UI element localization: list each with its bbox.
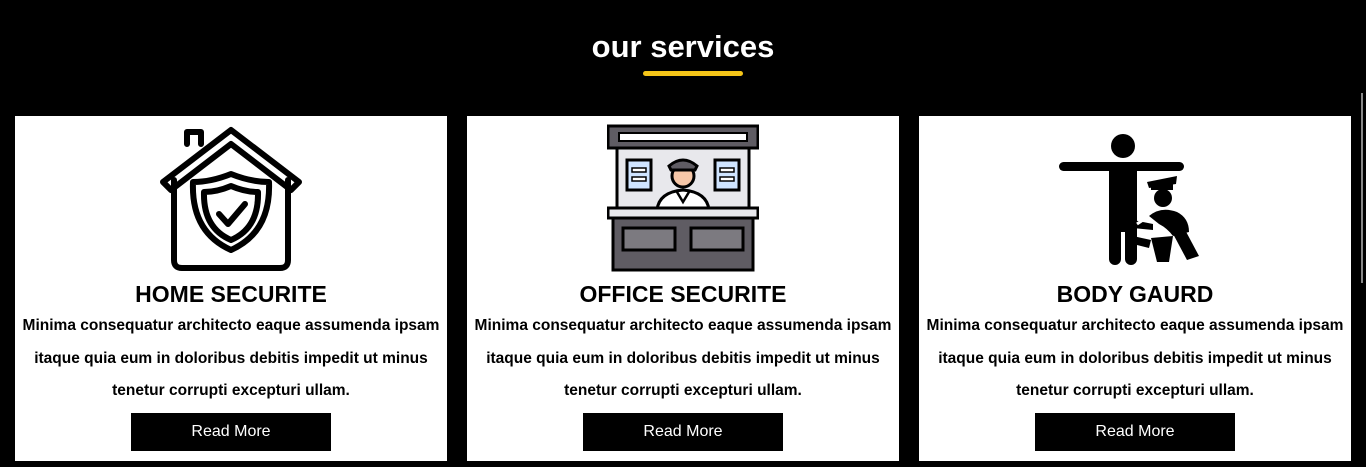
card-title: BODY GAURD bbox=[1056, 281, 1214, 307]
card-title: HOME SECURITE bbox=[135, 281, 327, 307]
read-more-button[interactable]: Read More bbox=[1035, 413, 1235, 451]
card-title: OFFICE SECURITE bbox=[579, 281, 787, 307]
card-description: Minima consequatur architecto eaque assu… bbox=[926, 317, 1344, 399]
read-more-button[interactable]: Read More bbox=[131, 413, 331, 451]
body-search-icon bbox=[1059, 120, 1211, 272]
service-card-body-guard: BODY GAURD Minima consequatur architecto… bbox=[919, 116, 1351, 461]
title-underline bbox=[643, 71, 743, 76]
service-card-home: HOME SECURITE Minima consequatur archite… bbox=[15, 116, 447, 461]
card-description: Minima consequatur architecto eaque assu… bbox=[22, 317, 440, 399]
section-title: our services bbox=[591, 29, 775, 64]
security-guard-booth-icon bbox=[607, 120, 759, 272]
service-card-office: OFFICE SECURITE Minima consequatur archi… bbox=[467, 116, 899, 461]
scrollbar-thumb[interactable] bbox=[1361, 93, 1363, 283]
home-shield-icon bbox=[155, 120, 307, 272]
read-more-button[interactable]: Read More bbox=[583, 413, 783, 451]
card-description: Minima consequatur architecto eaque assu… bbox=[474, 317, 892, 399]
